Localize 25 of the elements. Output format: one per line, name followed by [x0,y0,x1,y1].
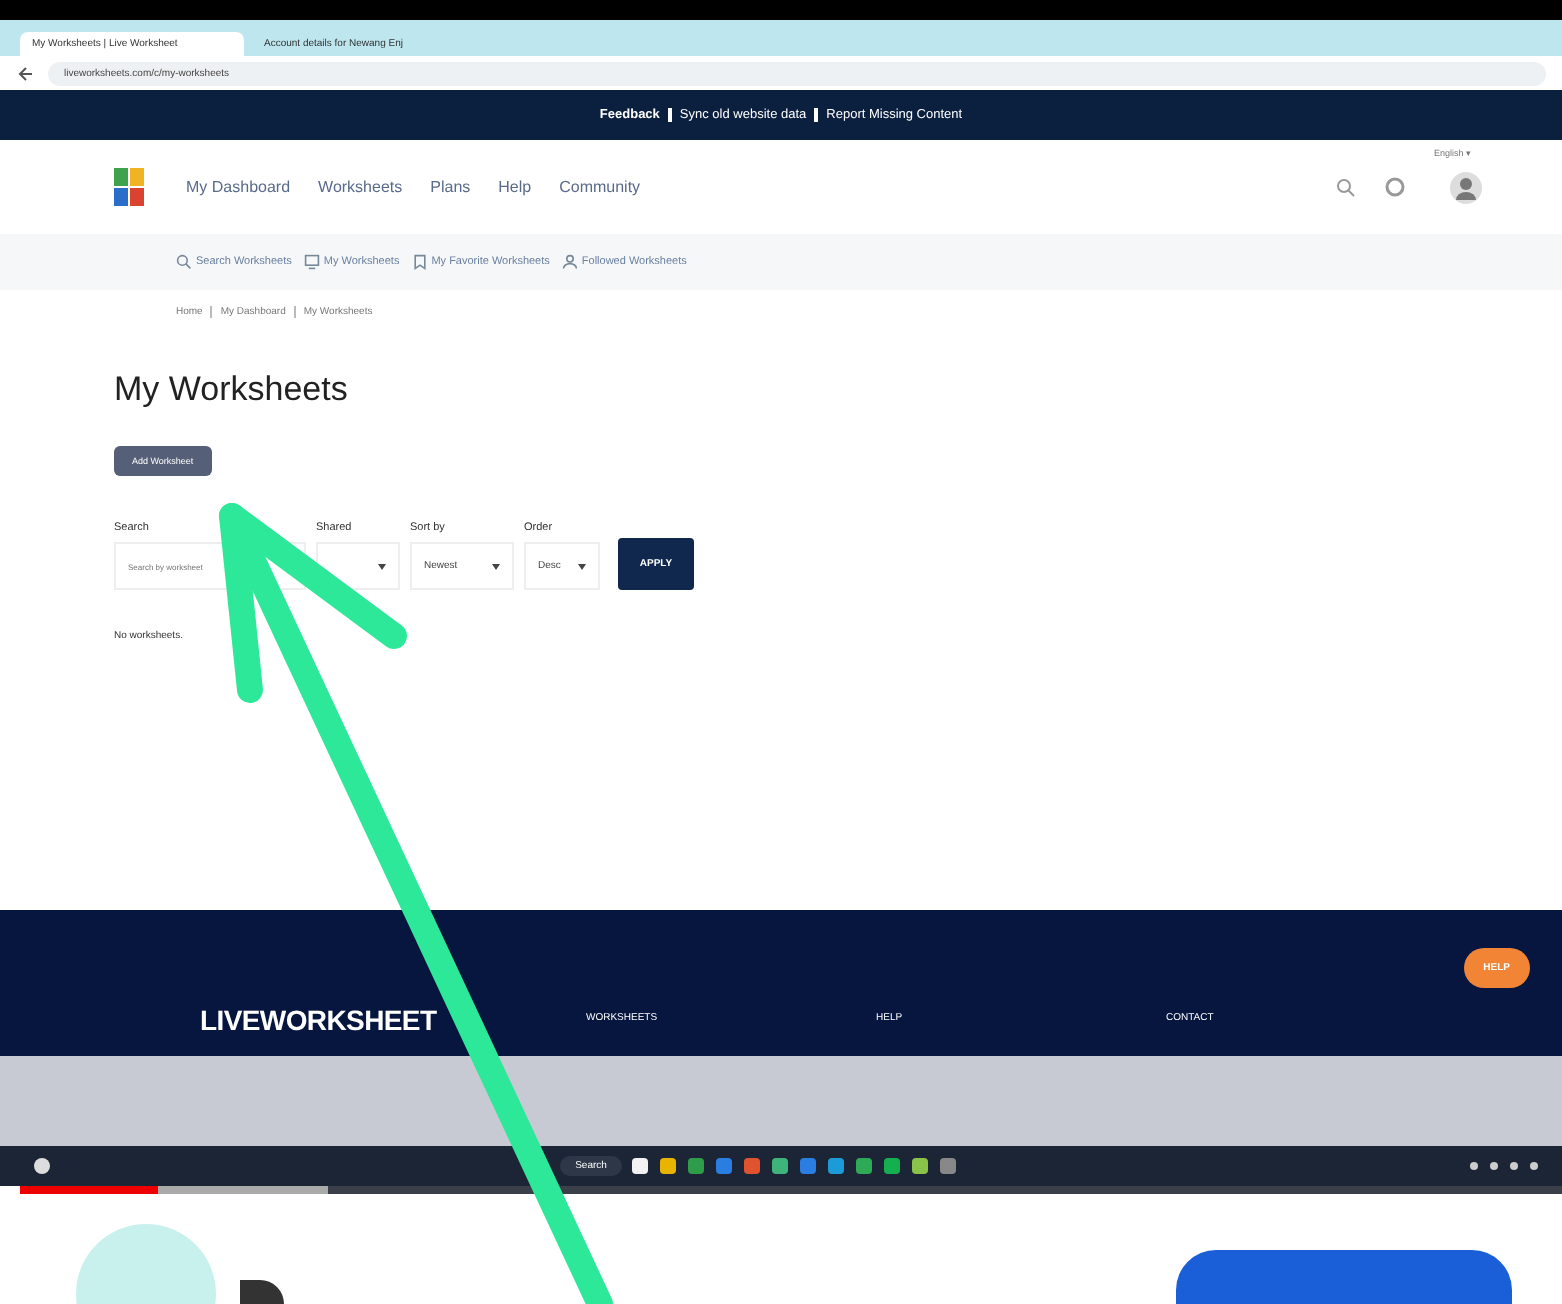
action-button[interactable] [1176,1250,1512,1304]
app-icon[interactable] [770,1156,791,1176]
video-progress-bar[interactable] [20,1186,1562,1194]
bookmark-icon [411,254,428,270]
nav-link[interactable]: Worksheets [318,178,403,196]
search-icon[interactable] [1336,177,1356,197]
nav-link[interactable]: My Dashboard [186,178,291,196]
app-icon[interactable] [910,1156,931,1176]
avatar-icon[interactable] [1450,171,1482,203]
page-title: My Worksheets [114,370,350,410]
app-icon[interactable] [658,1156,679,1176]
letter-shape-icon [240,1280,284,1304]
caret-icon [578,563,586,569]
person-icon [561,254,578,270]
logo-icon[interactable] [114,167,146,207]
nav-link[interactable]: Plans [430,178,471,196]
monitor-icon [303,254,320,270]
caret-icon [378,563,386,569]
nav-link[interactable]: Community [559,178,641,196]
search-icon [176,254,192,270]
footer-logo: LIVEWORKSHEET [200,1004,437,1036]
nav-link[interactable]: Help [498,178,532,196]
app-icon[interactable] [630,1156,651,1176]
back-icon[interactable] [16,63,36,83]
caret-icon [492,563,500,569]
